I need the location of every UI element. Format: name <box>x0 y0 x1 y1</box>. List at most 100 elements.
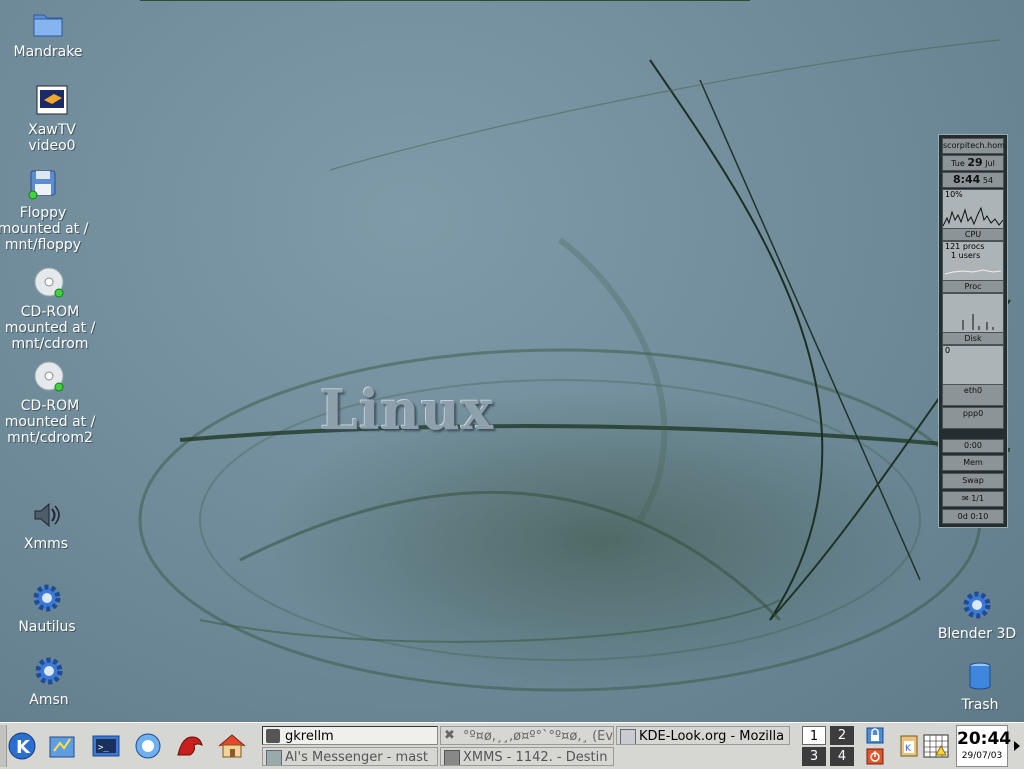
svg-text:>_: >_ <box>98 743 109 753</box>
terminal-icon[interactable]: >_ <box>90 729 122 763</box>
task-label: °º¤ø,¸¸,ø¤º°`°º¤ø,¸ (Eve <box>463 729 614 744</box>
lock-icon[interactable] <box>864 726 886 745</box>
speaker-icon <box>34 502 60 528</box>
desktop-icon-floppy[interactable]: Floppy mounted at / mnt/floppy <box>0 167 91 253</box>
desktop-icon-cdrom[interactable]: CD-ROM mounted at / mnt/cdrom <box>2 266 98 352</box>
task-mozilla[interactable]: KDE-Look.org - Mozilla <box>616 726 790 745</box>
svg-text:K: K <box>16 737 31 758</box>
pager-desktop-4[interactable]: 4 <box>830 747 854 766</box>
gk-day: Tue <box>951 159 965 168</box>
desktop-icon-mandrake[interactable]: Mandrake <box>0 6 96 60</box>
desktop-icon-label: Trash <box>961 697 999 713</box>
desktop-icon-trash[interactable]: Trash <box>932 659 1024 713</box>
clock-date: 29/07/03 <box>961 751 1003 761</box>
konqueror-icon[interactable] <box>132 729 164 763</box>
desktop-icon-label: Mandrake <box>13 44 83 60</box>
clipboard-icon[interactable]: K <box>898 733 920 759</box>
wallpaper <box>138 0 1011 692</box>
xmms-icon <box>444 750 460 765</box>
calendar-icon[interactable] <box>922 731 950 761</box>
gk-disk-label: Disk <box>942 332 1004 345</box>
gk-month: Jul <box>985 159 995 168</box>
gk-mail[interactable]: ✉ 1/1 <box>942 491 1004 507</box>
tv-icon <box>36 85 68 115</box>
gk-ppp-time: 0:00 <box>942 439 1004 453</box>
desktop-icon-label: Floppy mounted at / mnt/floppy <box>0 205 89 253</box>
task-gkrellm[interactable]: gkrellm <box>262 726 438 745</box>
desktop-icon-label: Nautilus <box>18 619 76 635</box>
task-xmms[interactable]: XMMS - 1142. - Destin <box>440 747 614 766</box>
gk-disk-graph <box>962 314 994 330</box>
pager-desktop-1[interactable]: 1 <box>802 726 826 745</box>
desktop-icon-label: Xmms <box>23 536 69 552</box>
logout-icon[interactable] <box>864 747 886 766</box>
gk-net-zero: 0 <box>945 346 951 355</box>
folder-icon <box>33 14 63 37</box>
desktop-icon-label: Blender 3D <box>937 626 1017 642</box>
gk-proc-graph <box>944 269 1002 275</box>
kde-menu-icon[interactable]: K <box>6 729 38 763</box>
gear-icon <box>963 591 991 619</box>
floppy-icon <box>28 170 56 200</box>
pager-desktop-3[interactable]: 3 <box>802 747 826 766</box>
gk-mem: Mem <box>942 455 1004 471</box>
task-label: gkrellm <box>285 729 334 744</box>
desktop-icon-blender[interactable]: Blender 3D <box>929 588 1024 642</box>
task-label: Al's Messenger - mast <box>285 750 429 765</box>
trash-icon <box>969 662 991 690</box>
gk-disk-chart <box>942 293 1004 333</box>
desktop-icon-cdrom2[interactable]: CD-ROM mounted at / mnt/cdrom2 <box>2 360 98 446</box>
cdrom-icon <box>34 361 64 392</box>
desktop[interactable]: Linux Mandrake XawTV video0 Floppy mount… <box>0 0 1024 722</box>
gk-time: 8:44 54 <box>942 172 1004 188</box>
task-label: XMMS - 1142. - Destin <box>463 750 608 765</box>
gear-icon <box>35 657 63 685</box>
taskbar-clock[interactable]: 20:44 29/07/03 <box>956 725 1012 767</box>
gk-eth-text: eth0 <box>963 386 983 395</box>
gkrellm-monitor[interactable]: scorpitech.hom Tue 29 Jul 8:44 54 10% CP… <box>938 134 1008 528</box>
gk-date: Tue 29 Jul <box>942 155 1004 171</box>
gk-uptime: 0d 0:10 <box>942 509 1004 524</box>
desktop-icon-label: Amsn <box>29 692 69 708</box>
gk-proc-chart: 121 procs 1 users <box>942 241 1004 281</box>
gk-ppp-label: ppp0 <box>942 407 1004 429</box>
clock-time: 20:44 <box>957 729 1012 749</box>
mail-icon: ✉ <box>961 494 969 503</box>
gk-eth-label: eth0 <box>942 384 1004 406</box>
control-center-icon[interactable] <box>46 729 78 763</box>
pager-desktop-2[interactable]: 2 <box>830 726 854 745</box>
gk-seconds: 54 <box>982 176 994 185</box>
gk-hostname: scorpitech.hom <box>942 138 1005 154</box>
gk-proc-label: Proc <box>942 280 1004 293</box>
desktop-icon-label: CD-ROM mounted at / mnt/cdrom2 <box>4 398 96 446</box>
gk-ppp-text: ppp0 <box>962 409 984 418</box>
gk-cpu-chart: 10% <box>942 189 1004 229</box>
home-icon[interactable] <box>216 729 248 763</box>
desktop-icon-label: CD-ROM mounted at / mnt/cdrom <box>4 304 96 352</box>
x-icon: ✖ <box>444 728 455 743</box>
gkrellm-icon <box>266 729 280 743</box>
task-x-window[interactable]: ✖ °º¤ø,¸¸,ø¤º°`°º¤ø,¸ (Eve <box>440 726 614 745</box>
gk-mail-count: 1/1 <box>971 494 985 503</box>
mozilla-icon[interactable] <box>174 729 206 763</box>
gk-cpu-graph <box>943 206 1003 227</box>
desktop-icon-xawtv[interactable]: XawTV video0 <box>4 84 100 154</box>
desktop-icon-amsn[interactable]: Amsn <box>1 654 97 708</box>
gk-net-chart: 0 <box>942 345 1004 385</box>
gear-icon <box>33 584 61 612</box>
task-messenger[interactable]: Al's Messenger - mast <box>262 747 438 766</box>
wallpaper-linux-text: Linux <box>320 378 495 442</box>
gk-cpu-label: CPU <box>942 228 1004 241</box>
desktop-icon-label: XawTV video0 <box>28 122 76 154</box>
messenger-icon <box>266 750 282 765</box>
gk-swap: Swap <box>942 473 1004 489</box>
task-label: KDE-Look.org - Mozilla <box>639 729 785 744</box>
panel-arrow-right-icon[interactable] <box>1012 739 1022 753</box>
gk-date-num: 29 <box>967 156 983 169</box>
desktop-icon-xmms[interactable]: Xmms <box>0 498 94 552</box>
kde-panel: K >_ gkrellm ✖ °º¤ø,¸¸,ø¤º°`°º¤ø,¸ (Eve … <box>0 722 1024 769</box>
cdrom-icon <box>34 267 64 298</box>
gk-time-value: 8:44 <box>952 173 981 186</box>
mozilla-window-icon <box>620 729 636 744</box>
desktop-icon-nautilus[interactable]: Nautilus <box>0 581 95 635</box>
